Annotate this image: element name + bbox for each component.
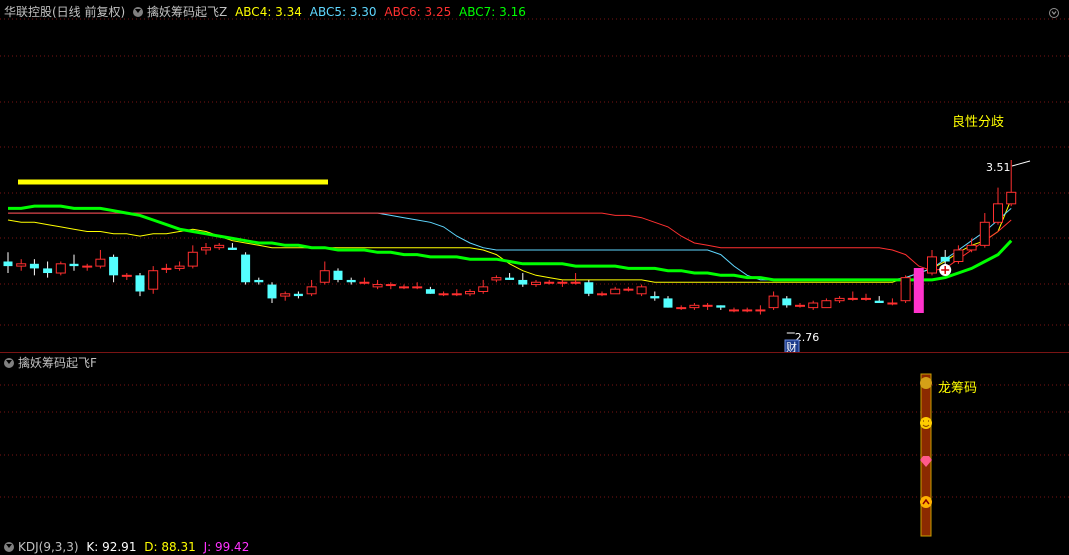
money-bag-icon: [920, 377, 932, 389]
kdj-j: J: 99.42: [203, 540, 250, 554]
dragon-column: [920, 373, 932, 537]
chevron-down-icon[interactable]: [4, 542, 14, 552]
kdj-name[interactable]: KDJ(9,3,3): [18, 540, 79, 554]
kdj-header: KDJ(9,3,3) K: 92.91 D: 88.31 J: 99.42: [4, 539, 253, 555]
kdj-k: K: 92.91: [86, 540, 137, 554]
kdj-d: D: 88.31: [144, 540, 196, 554]
up-arrow-icon: [920, 496, 932, 508]
label-dragon-chips: 龙筹码: [938, 380, 977, 396]
sub-indicator-chart[interactable]: 龙筹码: [0, 0, 1069, 548]
smiley-icon: [920, 417, 932, 429]
